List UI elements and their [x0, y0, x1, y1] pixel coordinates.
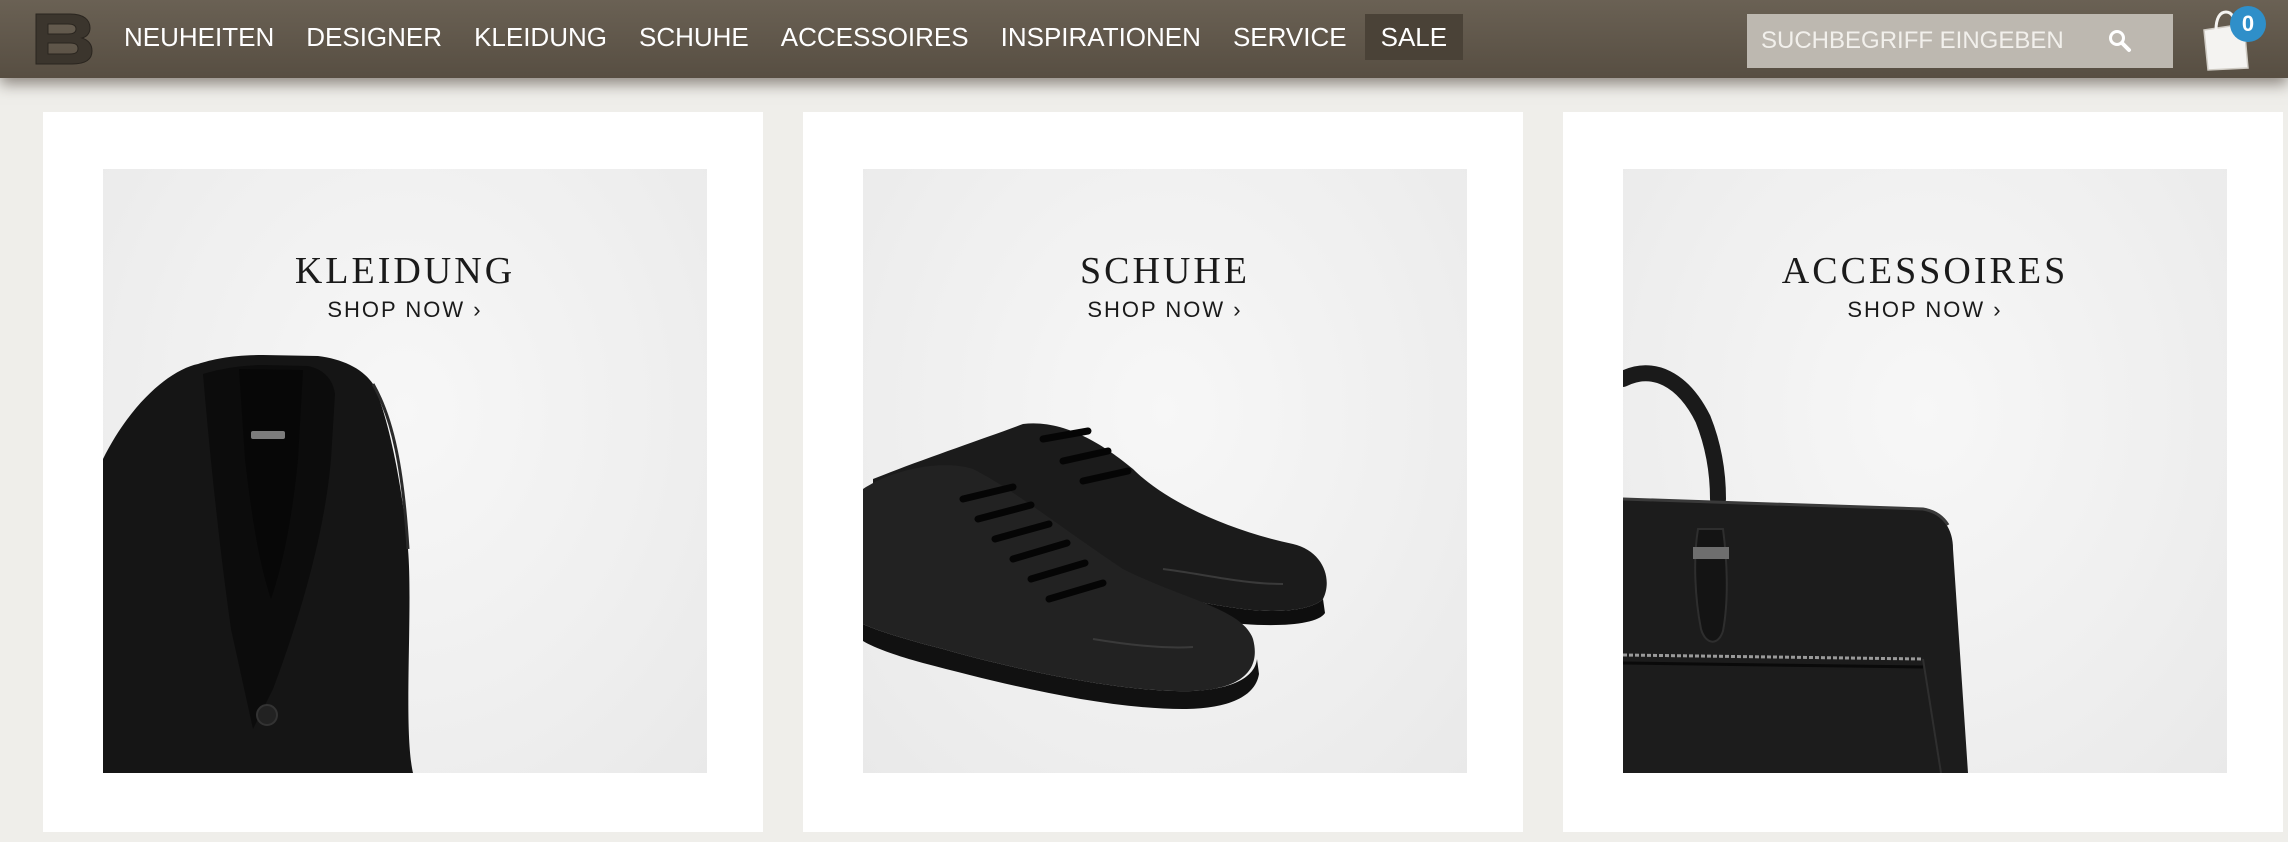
search-icon[interactable] — [2107, 28, 2133, 54]
category-title: ACCESSOIRES — [1781, 250, 2069, 292]
shop-now-link[interactable]: SHOP NOW › — [103, 297, 707, 323]
main-nav: NEUHEITEN DESIGNER KLEIDUNG SCHUHE ACCES… — [108, 14, 1464, 60]
nav-item-accessoires[interactable]: ACCESSOIRES — [765, 14, 985, 60]
category-card-kleidung[interactable]: KLEIDUNG SHOP NOW › — [43, 112, 763, 832]
category-card-accessoires[interactable]: ACCESSOIRES SHOP NOW › — [1563, 112, 2283, 832]
category-title: KLEIDUNG — [294, 250, 516, 292]
nav-item-designer[interactable]: DESIGNER — [290, 14, 458, 60]
category-tile-schuhe[interactable]: SCHUHE SHOP NOW › — [863, 169, 1467, 773]
search-box — [1747, 14, 2173, 68]
nav-item-sale[interactable]: SALE — [1364, 14, 1464, 60]
top-navigation-bar: NEUHEITEN DESIGNER KLEIDUNG SCHUHE ACCES… — [0, 0, 2288, 78]
brand-logo[interactable] — [30, 10, 96, 66]
category-title: SCHUHE — [1079, 250, 1251, 292]
shop-now-link[interactable]: SHOP NOW › — [1623, 297, 2227, 323]
category-tile-accessoires[interactable]: ACCESSOIRES SHOP NOW › — [1623, 169, 2227, 773]
nav-item-kleidung[interactable]: KLEIDUNG — [458, 14, 623, 60]
cart-count-badge[interactable]: 0 — [2230, 6, 2266, 42]
nav-item-schuhe[interactable]: SCHUHE — [623, 14, 765, 60]
search-input[interactable] — [1759, 26, 2113, 56]
nav-item-service[interactable]: SERVICE — [1217, 14, 1363, 60]
category-card-schuhe[interactable]: SCHUHE SHOP NOW › — [803, 112, 1523, 832]
nav-item-neuheiten[interactable]: NEUHEITEN — [108, 14, 290, 60]
category-tile-kleidung[interactable]: KLEIDUNG SHOP NOW › — [103, 169, 707, 773]
nav-item-inspirationen[interactable]: INSPIRATIONEN — [985, 14, 1217, 60]
shop-now-link[interactable]: SHOP NOW › — [863, 297, 1467, 323]
